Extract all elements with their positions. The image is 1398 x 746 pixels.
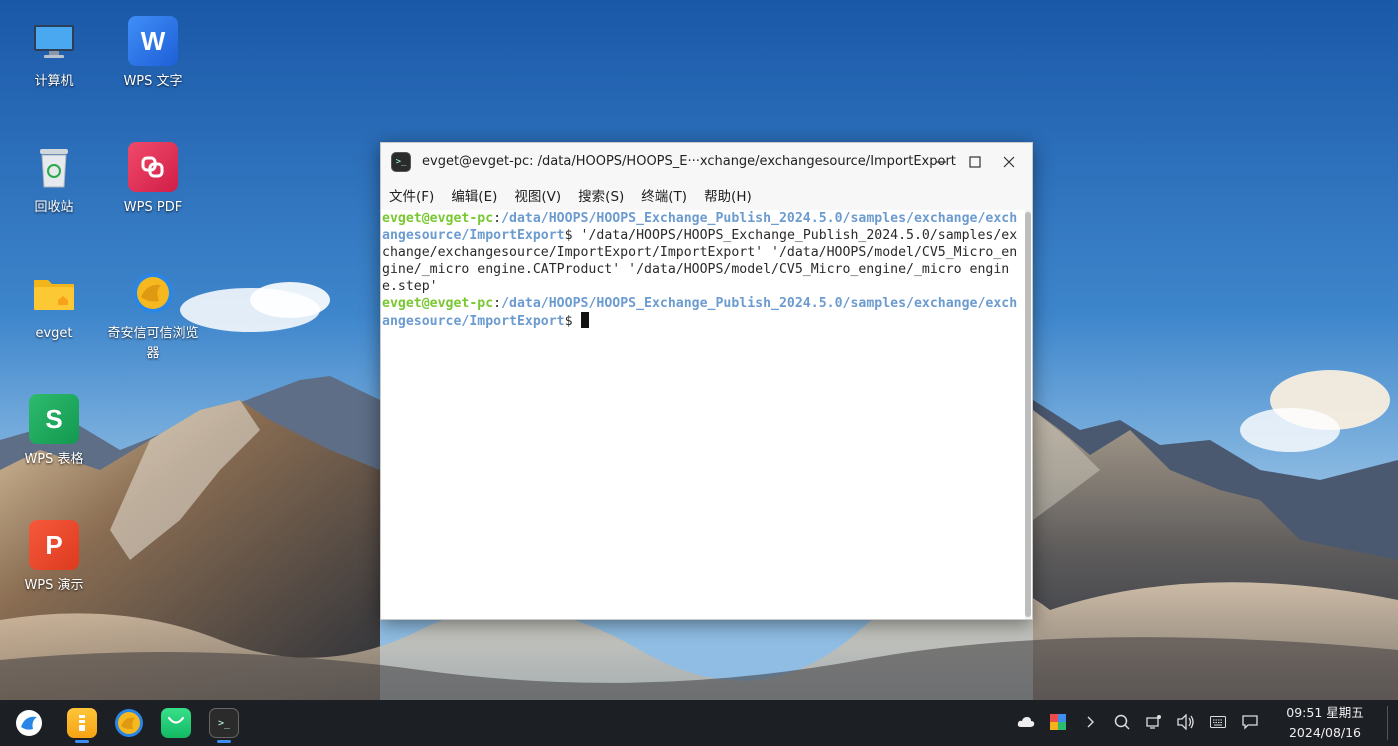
terminal-icon: >_	[217, 717, 231, 729]
terminal-scrollbar[interactable]	[1025, 210, 1031, 619]
desktop-icon-trash[interactable]: 回收站	[6, 142, 102, 218]
prompt-symbol: $	[564, 228, 581, 243]
system-clock[interactable]: 09:51 星期五 2024/08/16	[1270, 703, 1380, 743]
desktop-icon-label: evget	[35, 326, 73, 341]
active-indicator	[75, 740, 89, 743]
desktop-icon-wps-pdf[interactable]: WPS PDF	[105, 142, 201, 218]
desktop-icon-label: 奇安信可信浏览器	[107, 326, 199, 361]
volume-icon[interactable]	[1177, 713, 1195, 731]
app-tray-icon[interactable]	[1049, 713, 1067, 731]
desktop-icon-label: WPS 文字	[123, 74, 183, 89]
taskbar: >_ 09:51 星期五 2024/08/16	[0, 700, 1398, 746]
browser-icon	[128, 268, 178, 318]
network-icon[interactable]	[1145, 713, 1163, 731]
notification-icon[interactable]	[1241, 713, 1259, 731]
wps-pdf-icon	[128, 142, 178, 192]
prompt-user: evget@evget-pc	[382, 296, 494, 311]
cloud-icon[interactable]	[1017, 713, 1035, 731]
text-cursor	[580, 312, 589, 328]
desktop-icon-label: WPS PDF	[123, 200, 183, 215]
computer-icon	[29, 16, 79, 66]
menu-terminal[interactable]: 终端(T)	[641, 185, 687, 205]
folder-icon	[29, 268, 79, 318]
prompt-symbol: $	[564, 314, 581, 329]
terminal-menubar: 文件(F) 编辑(E) 视图(V) 搜索(S) 终端(T) 帮助(H)	[381, 180, 1032, 210]
desktop-icon-label: 回收站	[34, 200, 74, 215]
launcher-icon	[16, 710, 42, 736]
wps-writer-glyph: W	[140, 25, 166, 56]
wps-spreadsheet-glyph: S	[45, 403, 63, 434]
clock-date: 2024/08/16	[1288, 725, 1362, 740]
window-controls	[924, 143, 1026, 180]
minimize-button[interactable]	[924, 143, 958, 180]
desktop-icon-label: WPS 演示	[24, 578, 84, 593]
taskbar-app-store[interactable]	[161, 708, 191, 738]
scrollbar-thumb[interactable]	[1025, 212, 1031, 617]
desktop-icon-label: 计算机	[34, 74, 74, 89]
menu-file[interactable]: 文件(F)	[389, 185, 434, 205]
menu-search[interactable]: 搜索(S)	[578, 185, 624, 205]
keyboard-icon[interactable]	[1209, 713, 1227, 731]
desktop-icon-folder-evget[interactable]: evget	[6, 268, 102, 344]
chevron-right-icon[interactable]	[1081, 713, 1099, 731]
minimize-icon	[936, 160, 946, 163]
desktop-icon-wps-spreadsheet[interactable]: S WPS 表格	[6, 394, 102, 470]
active-indicator	[217, 740, 231, 743]
maximize-button[interactable]	[958, 143, 992, 180]
menu-view[interactable]: 视图(V)	[514, 185, 561, 205]
close-button[interactable]	[992, 143, 1026, 180]
taskbar-file-manager[interactable]	[67, 708, 97, 738]
maximize-icon	[969, 155, 981, 168]
terminal-window[interactable]: >_ evget@evget-pc: /data/HOOPS/HOOPS_E··…	[380, 142, 1033, 620]
close-icon	[1003, 156, 1015, 167]
terminal-output[interactable]: evget@evget-pc:/data/HOOPS/HOOPS_Exchang…	[381, 210, 1024, 619]
desktop-icon-label: WPS 表格	[24, 452, 84, 467]
menu-help[interactable]: 帮助(H)	[704, 185, 752, 205]
desktop-icon-computer[interactable]: 计算机	[6, 16, 102, 92]
desktop-icon-browser[interactable]: 奇安信可信浏览器	[105, 268, 201, 364]
launcher-button[interactable]	[14, 708, 44, 738]
wps-presentation-glyph: P	[45, 529, 63, 560]
browser-icon	[115, 709, 143, 737]
file-manager-icon	[79, 715, 85, 731]
search-icon[interactable]	[1113, 713, 1131, 731]
wps-presentation-icon: P	[29, 520, 79, 570]
show-desktop-button[interactable]	[1387, 706, 1388, 740]
wps-spreadsheet-icon: S	[29, 394, 79, 444]
desktop-icon-wps-writer[interactable]: W WPS 文字	[105, 16, 201, 92]
window-title: evget@evget-pc: /data/HOOPS/HOOPS_E···xc…	[422, 154, 956, 169]
window-titlebar[interactable]: >_ evget@evget-pc: /data/HOOPS/HOOPS_E··…	[381, 143, 1032, 180]
prompt-user: evget@evget-pc	[382, 211, 494, 226]
terminal-app-icon: >_	[391, 151, 411, 172]
desktop-icon-wps-presentation[interactable]: P WPS 演示	[6, 520, 102, 596]
store-icon	[167, 716, 185, 724]
clock-time: 09:51 星期五	[1286, 705, 1364, 720]
menu-edit[interactable]: 编辑(E)	[451, 185, 497, 205]
wps-writer-icon: W	[128, 16, 178, 66]
trash-icon	[29, 142, 79, 192]
taskbar-terminal[interactable]: >_	[209, 708, 239, 738]
taskbar-browser[interactable]	[114, 708, 144, 738]
